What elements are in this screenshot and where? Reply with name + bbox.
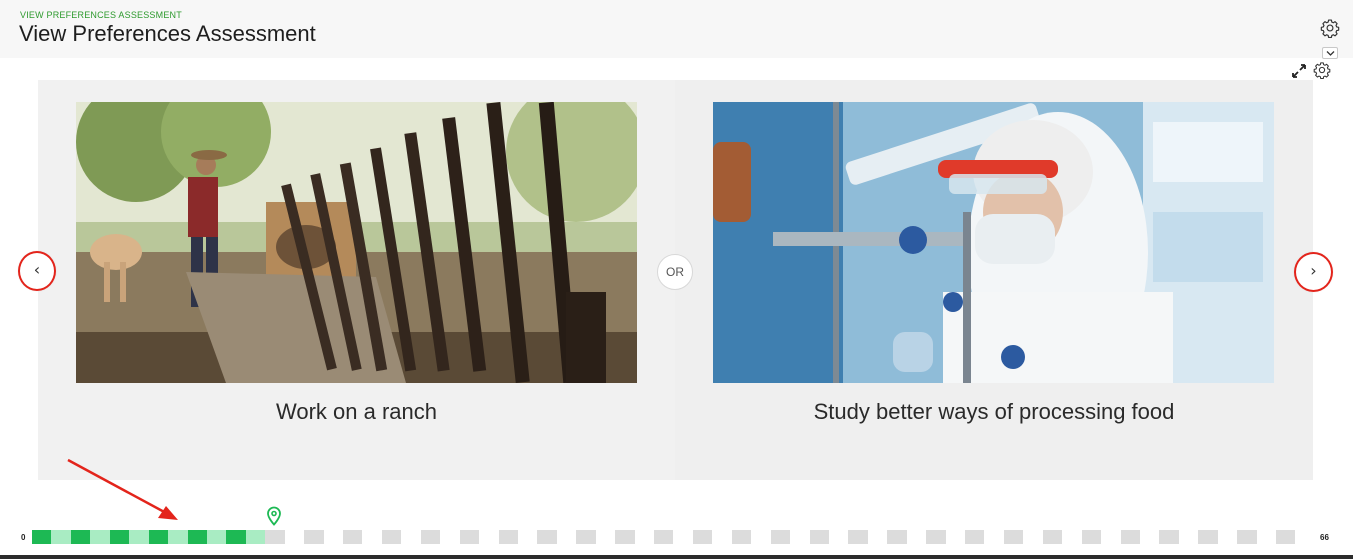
progress-segment (265, 530, 285, 544)
page-header: VIEW PREFERENCES ASSESSMENT View Prefere… (0, 0, 1353, 58)
progress-segment (731, 530, 752, 544)
progress-segment (537, 530, 557, 544)
chevron-right-icon: › (1310, 261, 1317, 280)
progress-segment (595, 530, 616, 544)
progress-segment (809, 530, 829, 544)
progress-segment (479, 530, 499, 544)
progress-segment (1120, 530, 1140, 544)
option-card-left[interactable]: Work on a ranch (38, 80, 675, 480)
progress-segment (1217, 530, 1238, 544)
progress-segment (615, 530, 635, 544)
progress-segment (323, 530, 343, 544)
progress-segment (1042, 530, 1063, 544)
chevron-down-icon (1326, 51, 1335, 56)
progress-min-label: 0 (21, 533, 26, 542)
progress-segment (343, 530, 363, 544)
progress-segment (129, 530, 149, 544)
progress-segment (1237, 530, 1257, 544)
progress-segment (848, 530, 868, 544)
gear-icon[interactable] (1320, 18, 1340, 38)
progress-segment (187, 530, 207, 544)
progress-segment (1198, 530, 1218, 544)
progress-segment (459, 530, 480, 544)
progress-segment (1276, 530, 1296, 544)
gear-icon[interactable] (1313, 61, 1331, 79)
progress-segment (304, 530, 324, 544)
progress-segment (965, 530, 985, 544)
progress-segment (828, 530, 849, 544)
progress-segment (1295, 530, 1315, 544)
progress-segment (634, 530, 654, 544)
progress-segment (692, 530, 713, 544)
progress-segment (362, 530, 382, 544)
next-button[interactable]: › (1294, 252, 1333, 292)
progress-bar (32, 530, 1315, 544)
progress-segment (440, 530, 460, 544)
progress-segment (1081, 530, 1102, 544)
progress-segment (1101, 530, 1121, 544)
progress-segment (70, 530, 91, 544)
progress-segment (770, 530, 791, 544)
progress-segment (1003, 530, 1024, 544)
lab-photo (713, 102, 1274, 383)
progress-segment (1062, 530, 1082, 544)
progress-segment (381, 530, 402, 544)
progress-segment (945, 530, 965, 544)
progress-segment (168, 530, 188, 544)
progress-segment (906, 530, 927, 544)
progress-segment (109, 530, 130, 544)
progress-max-label: 66 (1320, 533, 1329, 542)
progress-segment (1256, 530, 1276, 544)
progress-segment (926, 530, 946, 544)
breadcrumb: VIEW PREFERENCES ASSESSMENT (20, 10, 182, 20)
progress-segment (1178, 530, 1199, 544)
progress-segment (284, 530, 305, 544)
progress-segment (887, 530, 907, 544)
annotation-arrow (67, 458, 178, 520)
option-caption-left: Work on a ranch (275, 399, 437, 424)
expand-icon[interactable] (1291, 63, 1307, 79)
progress-segment (420, 530, 441, 544)
progress-segment (206, 530, 227, 544)
progress-segment (51, 530, 71, 544)
progress-segment (1023, 530, 1043, 544)
progress-segment (245, 530, 266, 544)
progress-segment (790, 530, 810, 544)
progress-segment (576, 530, 596, 544)
ranch-photo (76, 102, 637, 383)
chevron-left-icon: ‹ (33, 260, 41, 279)
location-pin-icon (267, 506, 281, 526)
progress-segment (984, 530, 1004, 544)
progress-segment (148, 530, 169, 544)
page-title: View Preferences Assessment (19, 21, 316, 46)
or-separator: OR (657, 254, 693, 290)
progress-segment (867, 530, 888, 544)
option-card-right[interactable]: Study better ways of processing food (675, 80, 1313, 480)
bottom-divider (0, 555, 1353, 559)
progress-segment (1139, 530, 1160, 544)
progress-segment (226, 530, 246, 544)
previous-button[interactable]: ‹ (18, 251, 56, 291)
progress-segment (498, 530, 518, 544)
progress-segment (32, 530, 52, 544)
progress-segment (90, 530, 110, 544)
option-caption-right: Study better ways of processing food (813, 399, 1175, 424)
progress-segment (556, 530, 577, 544)
progress-segment (673, 530, 693, 544)
progress-segment (712, 530, 732, 544)
progress-segment (517, 530, 538, 544)
collapse-button[interactable] (1322, 47, 1338, 59)
progress-segment (751, 530, 771, 544)
progress-segment (401, 530, 421, 544)
progress-segment (654, 530, 674, 544)
progress-segment (1159, 530, 1179, 544)
